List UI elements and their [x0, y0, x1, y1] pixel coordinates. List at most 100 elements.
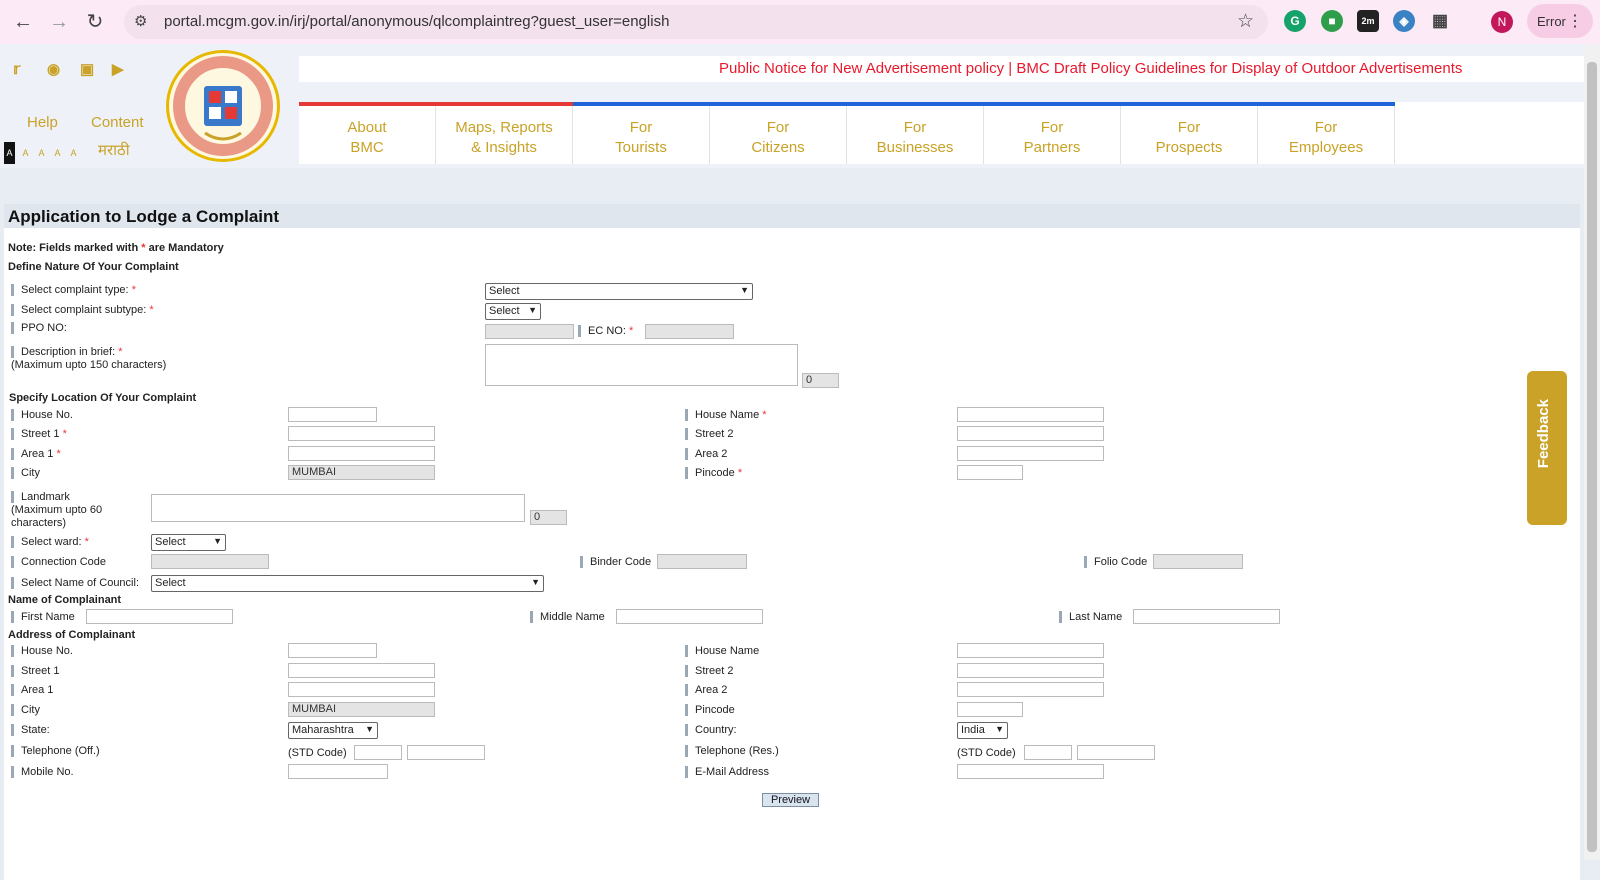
font-size-a4[interactable]: A: [52, 142, 63, 164]
reload-icon[interactable]: ↻: [82, 9, 108, 35]
font-size-a2[interactable]: A: [20, 142, 31, 164]
back-arrow-icon[interactable]: ←: [10, 9, 36, 35]
complaint-type-value: Select: [489, 285, 520, 297]
loc-house-no-input[interactable]: [288, 407, 377, 422]
complaint-subtype-label-text: Select complaint subtype:: [21, 304, 147, 316]
nav-prospects[interactable]: For Prospects: [1121, 102, 1258, 164]
tel-off-number-input[interactable]: [407, 745, 485, 760]
folio-code-input[interactable]: [1153, 554, 1243, 569]
connection-code-input[interactable]: [151, 554, 269, 569]
binder-code-input[interactable]: [657, 554, 747, 569]
nav-tourists[interactable]: For Tourists: [573, 102, 710, 164]
loc-house-no-label: House No.: [11, 409, 73, 421]
addr-street1-input[interactable]: [288, 663, 435, 678]
tel-res-std-input[interactable]: [1024, 745, 1072, 760]
grammarly-extension-icon[interactable]: G: [1284, 10, 1306, 32]
preview-button[interactable]: Preview: [762, 793, 819, 807]
tel-res-label: Telephone (Res.): [685, 745, 779, 757]
section-location: Specify Location Of Your Complaint: [9, 392, 197, 404]
landmark-hint-1: (Maximum upto 60: [11, 504, 103, 516]
nav-prospects-l1: For: [1177, 119, 1201, 136]
ppo-input[interactable]: [485, 324, 574, 339]
loc-area1-input[interactable]: [288, 446, 435, 461]
addr-area2-input[interactable]: [957, 682, 1104, 697]
font-size-a3[interactable]: A: [36, 142, 47, 164]
twitter-icon[interactable]: 𝕣: [13, 60, 20, 78]
menu-dots-icon[interactable]: ⋮: [1567, 11, 1583, 31]
nav-employees[interactable]: For Employees: [1258, 102, 1395, 164]
youtube-icon[interactable]: ▶: [112, 60, 124, 78]
help-link[interactable]: Help: [27, 114, 58, 131]
addr-area1-input[interactable]: [288, 682, 435, 697]
nav-partners-l2: Partners: [1023, 139, 1081, 156]
nav-partners[interactable]: For Partners: [984, 102, 1121, 164]
last-name-input[interactable]: [1133, 609, 1280, 624]
addr-street1-label: Street 1: [11, 665, 60, 677]
address-bar[interactable]: ⚙ portal.mcgm.gov.in/irj/portal/anonymou…: [124, 5, 1268, 39]
council-select-value: Select: [155, 577, 186, 589]
nav-citizens-bar: [710, 102, 847, 106]
mobile-label: Mobile No.: [11, 766, 74, 778]
loc-house-name-input[interactable]: [957, 407, 1104, 422]
feedback-tab[interactable]: Feedback: [1527, 371, 1567, 525]
loc-city-input[interactable]: MUMBAI: [288, 465, 435, 480]
council-select[interactable]: Select ▼: [151, 575, 544, 592]
profile-avatar[interactable]: N: [1491, 11, 1513, 33]
scrollbar-thumb[interactable]: [1587, 62, 1597, 852]
loc-area2-input[interactable]: [957, 446, 1104, 461]
addr-house-no-input[interactable]: [288, 643, 377, 658]
bmc-logo[interactable]: [166, 50, 280, 162]
email-input[interactable]: [957, 764, 1104, 779]
description-textarea[interactable]: [485, 344, 798, 386]
font-size-a1[interactable]: A: [4, 142, 15, 164]
addr-area2-label: Area 2: [685, 684, 727, 696]
nav-maps-reports[interactable]: Maps, Reports & Insights: [436, 102, 573, 164]
font-size-a5[interactable]: A: [68, 142, 79, 164]
bookmark-star-icon[interactable]: ☆: [1237, 10, 1254, 33]
nav-maps-bar: [436, 102, 573, 106]
nav-citizens-l2: Citizens: [751, 139, 805, 156]
section-nature: Define Nature Of Your Complaint: [8, 261, 179, 273]
addr-city-input[interactable]: MUMBAI: [288, 702, 435, 717]
page-content: 𝕣 ◉ ▣ ▶ Help Content A A A A A मराठी Pub…: [0, 44, 1584, 880]
nav-employees-l1: For: [1314, 119, 1338, 136]
error-label: Error: [1537, 14, 1566, 29]
complaint-subtype-select[interactable]: Select ▼: [485, 303, 541, 320]
tel-off-std-input[interactable]: [354, 745, 402, 760]
android-extension-icon[interactable]: ■: [1321, 10, 1343, 32]
form-title: Application to Lodge a Complaint: [4, 204, 1580, 228]
loc-street1-input[interactable]: [288, 426, 435, 441]
addr-pincode-input[interactable]: [957, 702, 1023, 717]
complaint-type-select[interactable]: Select ▼: [485, 283, 753, 300]
loc-street2-input[interactable]: [957, 426, 1104, 441]
marathi-language-link[interactable]: मराठी: [98, 140, 130, 160]
loc-pincode-input[interactable]: [957, 465, 1023, 480]
addr-area1-label: Area 1: [11, 684, 53, 696]
site-info-icon[interactable]: ⚙: [134, 12, 147, 30]
addr-state-select[interactable]: Maharashtra ▼: [288, 722, 378, 739]
timer-extension-icon[interactable]: 2m: [1357, 10, 1379, 32]
error-pill[interactable]: Error ⋮: [1527, 4, 1593, 38]
extensions-puzzle-icon[interactable]: ▦: [1429, 10, 1451, 32]
instagram-icon[interactable]: ◉: [47, 60, 60, 78]
first-name-input[interactable]: [86, 609, 233, 624]
middle-name-input[interactable]: [616, 609, 763, 624]
ward-select[interactable]: Select ▼: [151, 534, 226, 551]
addr-house-name-input[interactable]: [957, 643, 1104, 658]
addr-country-select[interactable]: India ▼: [957, 722, 1008, 739]
landmark-textarea[interactable]: [151, 494, 525, 522]
news-ticker[interactable]: Public Notice for New Advertisement poli…: [299, 56, 1584, 82]
forward-arrow-icon[interactable]: →: [46, 9, 72, 35]
nav-businesses[interactable]: For Businesses: [847, 102, 984, 164]
nav-citizens[interactable]: For Citizens: [710, 102, 847, 164]
ec-input[interactable]: [645, 324, 734, 339]
facebook-icon[interactable]: ▣: [80, 60, 94, 78]
mobile-input[interactable]: [288, 764, 388, 779]
description-label: Description in brief: *: [11, 346, 123, 358]
content-link[interactable]: Content: [91, 114, 144, 131]
tel-res-number-input[interactable]: [1077, 745, 1155, 760]
nav-about-bmc[interactable]: About BMC: [299, 102, 436, 164]
chevron-down-icon: ▼: [740, 285, 749, 295]
translate-extension-icon[interactable]: ◈: [1393, 10, 1415, 32]
addr-street2-input[interactable]: [957, 663, 1104, 678]
